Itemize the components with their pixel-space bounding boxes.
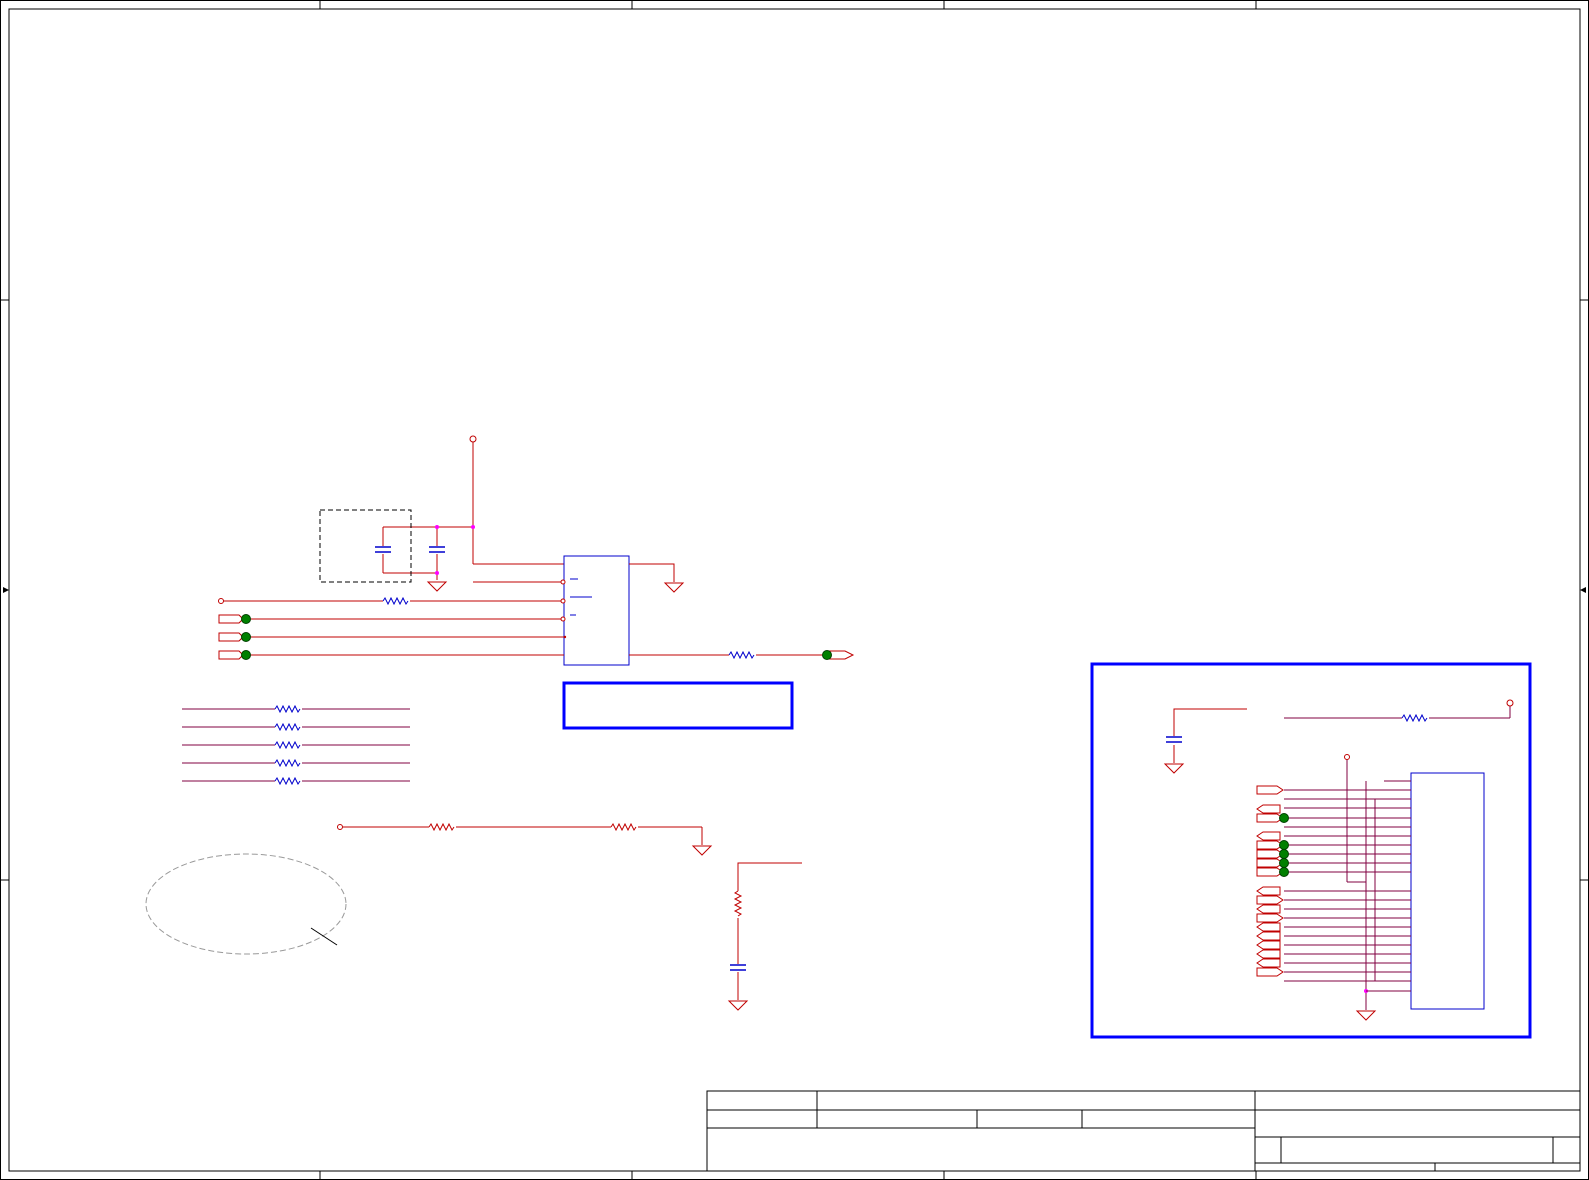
- pullup-power-pin[interactable]: [218, 598, 224, 604]
- optional-part-dashed-box: [319, 509, 412, 583]
- decoupling-capacitor-1[interactable]: [375, 546, 391, 553]
- section-cap-wires: [1173, 708, 1247, 763]
- pullup-resistor[interactable]: [382, 596, 409, 606]
- ground-symbol-connector: [1355, 1010, 1377, 1021]
- ic-ground-wire: [629, 563, 675, 582]
- power-pin-top[interactable]: [469, 435, 477, 443]
- sheet-border: [0, 0, 1589, 1180]
- connector-port-group[interactable]: [1256, 785, 1284, 977]
- ground-symbol-divider: [691, 845, 713, 856]
- connector-power-pin[interactable]: [1344, 754, 1350, 760]
- output-series-resistor[interactable]: [728, 650, 755, 660]
- junction-dots: [435, 525, 475, 575]
- rc-filter-capacitor[interactable]: [730, 964, 746, 971]
- ground-symbol-ic: [663, 582, 685, 593]
- offpage-connector-1[interactable]: [218, 614, 244, 624]
- divider-resistor-bottom[interactable]: [610, 822, 637, 832]
- connector-header[interactable]: [1410, 772, 1485, 1010]
- title-block: [706, 1090, 1581, 1172]
- series-resistor-3[interactable]: [274, 740, 301, 750]
- ground-symbol-caps: [426, 581, 448, 592]
- ic-pin-dot: [563, 635, 567, 639]
- rc-filter-wires: [737, 862, 802, 1000]
- sheet-center-arrows: [3, 587, 1586, 593]
- net-test-points-left: [241, 614, 251, 660]
- series-resistor-5[interactable]: [274, 776, 301, 786]
- section-pull-wires: [1284, 706, 1511, 719]
- schematic-sheet: [0, 0, 1589, 1180]
- series-resistor-2[interactable]: [274, 722, 301, 732]
- divider-power-pin[interactable]: [337, 824, 343, 830]
- divider-resistor-top[interactable]: [428, 822, 455, 832]
- connector-test-points: [1279, 813, 1289, 877]
- section-capacitor[interactable]: [1166, 736, 1182, 743]
- offpage-connector-3[interactable]: [218, 650, 244, 660]
- output-test-point: [822, 650, 832, 660]
- offpage-connector-2[interactable]: [218, 632, 244, 642]
- series-resistor-4[interactable]: [274, 758, 301, 768]
- ground-symbol-section-cap: [1163, 763, 1185, 774]
- rc-filter-resistor[interactable]: [733, 890, 743, 917]
- ic-pin-bars: [570, 578, 592, 616]
- power-rail-wires: [382, 442, 564, 580]
- section-pull-resistor[interactable]: [1401, 713, 1428, 723]
- note-ellipse: [145, 853, 347, 955]
- ic-component[interactable]: [563, 555, 630, 666]
- divider-wires: [343, 826, 703, 845]
- ground-symbol-rc: [727, 1000, 749, 1011]
- note-leader-line: [310, 927, 338, 946]
- output-offpage-connector[interactable]: [828, 650, 855, 660]
- decoupling-capacitor-2[interactable]: [429, 546, 445, 553]
- ic-input-wires: [223, 581, 564, 656]
- series-resistor-1[interactable]: [274, 704, 301, 714]
- schematic-drawing: [0, 0, 1589, 1180]
- section-power-pin-right[interactable]: [1506, 699, 1514, 707]
- note-highlight-box: [562, 681, 794, 730]
